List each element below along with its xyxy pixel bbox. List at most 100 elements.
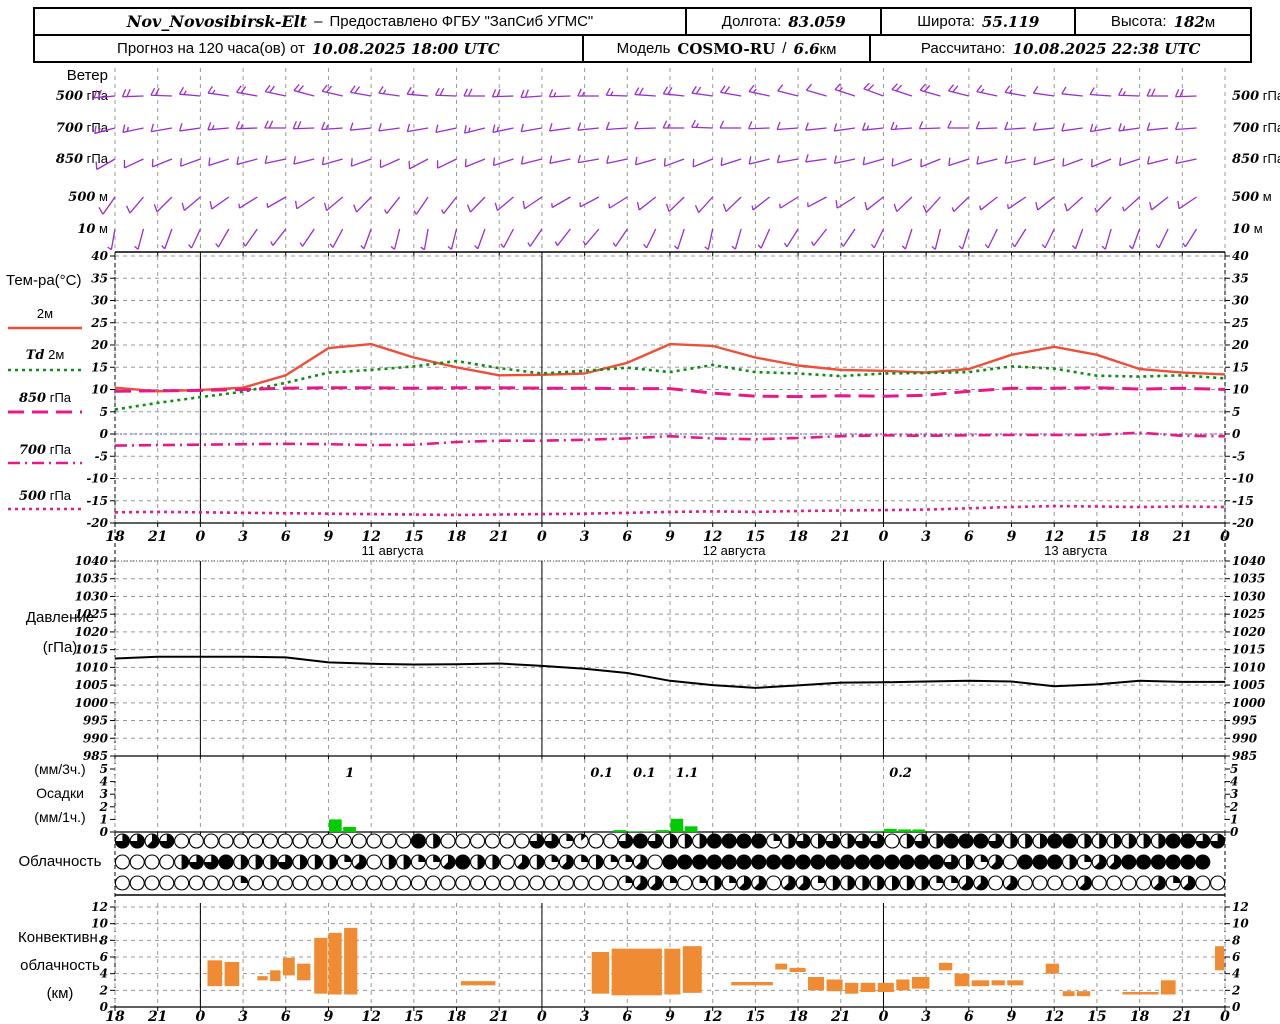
x-axis-labels-bottom: 18 21 0 3 6 9 12 15 18 21 0 3 6 9 12 15 18 21 0 3 6 9 12 15 18 21…: [105, 1009, 1230, 1024]
svg-text:700 гПа: 700 гПа: [1232, 120, 1280, 136]
svg-text:990: 990: [1232, 731, 1258, 745]
svg-text:-20: -20: [86, 516, 108, 530]
svg-text:1030: 1030: [1232, 589, 1266, 603]
precip-bar: [627, 831, 641, 832]
svg-text:10: 10: [1232, 383, 1249, 397]
svg-text:15: 15: [404, 1009, 423, 1024]
svg-text:0: 0: [196, 1009, 206, 1024]
svg-text:500 гПа: 500 гПа: [1232, 88, 1280, 104]
svg-text:18: 18: [105, 1009, 125, 1024]
svg-text:Тем-ра(°C): Тем-ра(°C): [6, 272, 81, 289]
svg-text:995: 995: [83, 714, 108, 728]
convective-bar: [1007, 980, 1024, 986]
svg-text:700 гПа: 700 гПа: [56, 120, 109, 136]
convective-bar: [1215, 946, 1224, 971]
svg-text:20: 20: [90, 338, 108, 352]
svg-text:35: 35: [1232, 271, 1249, 285]
svg-text:40: 40: [1232, 249, 1249, 263]
svg-text:500 м: 500 м: [68, 189, 108, 205]
convective-bar: [682, 946, 702, 993]
svg-text:2: 2: [99, 800, 108, 814]
precip-bar: [912, 829, 926, 832]
convective-bar: [954, 973, 970, 987]
svg-text:10 м: 10 м: [77, 221, 108, 237]
svg-text:-5: -5: [95, 449, 108, 463]
svg-text:6: 6: [964, 1009, 974, 1024]
svg-text:40: 40: [91, 249, 108, 263]
svg-text:0: 0: [100, 825, 109, 839]
convective-bar: [664, 948, 681, 995]
convective-bar: [938, 962, 953, 971]
svg-text:-10: -10: [86, 472, 108, 486]
svg-text:0: 0: [100, 427, 109, 441]
svg-text:1000: 1000: [1232, 696, 1266, 710]
svg-text:500 гПа: 500 гПа: [19, 488, 72, 504]
svg-text:10 м: 10 м: [1232, 221, 1263, 237]
precip-bar: [883, 828, 897, 832]
svg-text:12: 12: [1044, 1009, 1064, 1024]
precip-bar: [343, 826, 356, 832]
svg-text:Конвективн.: Конвективн.: [18, 929, 102, 946]
svg-text:4: 4: [1230, 775, 1238, 789]
svg-text:1005: 1005: [1232, 678, 1265, 692]
svg-text:(мм/3ч.): (мм/3ч.): [34, 761, 85, 777]
svg-text:6: 6: [622, 529, 632, 545]
convective-bar: [224, 962, 240, 987]
svg-text:995: 995: [1232, 714, 1257, 728]
svg-text:21: 21: [147, 1009, 167, 1024]
convective-bar: [877, 982, 894, 992]
convective-bar: [270, 970, 281, 982]
svg-text:0: 0: [879, 529, 889, 545]
svg-text:9: 9: [324, 529, 334, 545]
svg-text:1030: 1030: [75, 589, 109, 603]
svg-text:25: 25: [90, 316, 108, 330]
svg-text:1.1: 1.1: [676, 766, 699, 781]
svg-text:21: 21: [488, 1009, 508, 1024]
convective-bar: [971, 980, 990, 987]
svg-text:15: 15: [746, 1009, 765, 1024]
svg-text:1035: 1035: [1232, 572, 1265, 586]
temperature-legend: Тем-ра(°C) 2м Td 2м 850 гПа 700 гПа 500 гПа: [6, 272, 82, 511]
svg-text:985: 985: [1232, 749, 1257, 763]
svg-text:(км): (км): [47, 985, 74, 1002]
convective-bar: [460, 981, 496, 986]
convective-panel: 0 02 24 46 68 810 1012 12Конвективн.облачность(…: [18, 900, 1249, 1014]
svg-text:1040: 1040: [1232, 554, 1266, 568]
svg-text:9: 9: [665, 529, 675, 545]
convective-bar: [1062, 991, 1075, 997]
svg-text:21: 21: [488, 529, 508, 545]
svg-text:-20: -20: [1232, 516, 1254, 530]
svg-text:1010: 1010: [1232, 660, 1266, 674]
svg-text:6: 6: [100, 950, 109, 964]
convective-bar: [808, 977, 825, 991]
svg-text:12: 12: [703, 1009, 723, 1024]
svg-text:2м: 2м: [37, 306, 53, 321]
svg-text:9: 9: [665, 1009, 675, 1024]
svg-text:9: 9: [1007, 529, 1017, 545]
svg-text:5: 5: [1230, 762, 1238, 776]
svg-text:0.2: 0.2: [889, 766, 912, 781]
svg-text:18: 18: [105, 529, 125, 545]
svg-text:5: 5: [1232, 405, 1240, 419]
meteogram-page: Nov_Novosibirsk-Elt – Предоставлено ФГБУ…: [0, 0, 1280, 1024]
svg-text:21: 21: [1172, 1009, 1192, 1024]
svg-text:6: 6: [1232, 950, 1241, 964]
svg-text:18: 18: [447, 1009, 467, 1024]
svg-text:1010: 1010: [75, 660, 109, 674]
svg-text:Давление: Давление: [26, 609, 94, 626]
svg-text:0: 0: [537, 529, 547, 545]
convective-bar: [611, 948, 662, 996]
svg-text:6: 6: [622, 1009, 632, 1024]
svg-text:-15: -15: [1232, 494, 1254, 508]
svg-text:1: 1: [345, 766, 354, 781]
svg-text:6: 6: [281, 529, 291, 545]
svg-text:2: 2: [1229, 800, 1238, 814]
convective-bar: [257, 976, 268, 981]
svg-text:5: 5: [100, 762, 108, 776]
svg-text:12: 12: [1232, 900, 1249, 914]
svg-text:15: 15: [1232, 360, 1249, 374]
svg-text:9: 9: [324, 1009, 334, 1024]
svg-text:18: 18: [788, 1009, 808, 1024]
pressure-panel: 985 985 990 990 995 995 1000 1000 1005 1005 1010 10…: [26, 554, 1266, 763]
convective-bar: [845, 982, 859, 994]
